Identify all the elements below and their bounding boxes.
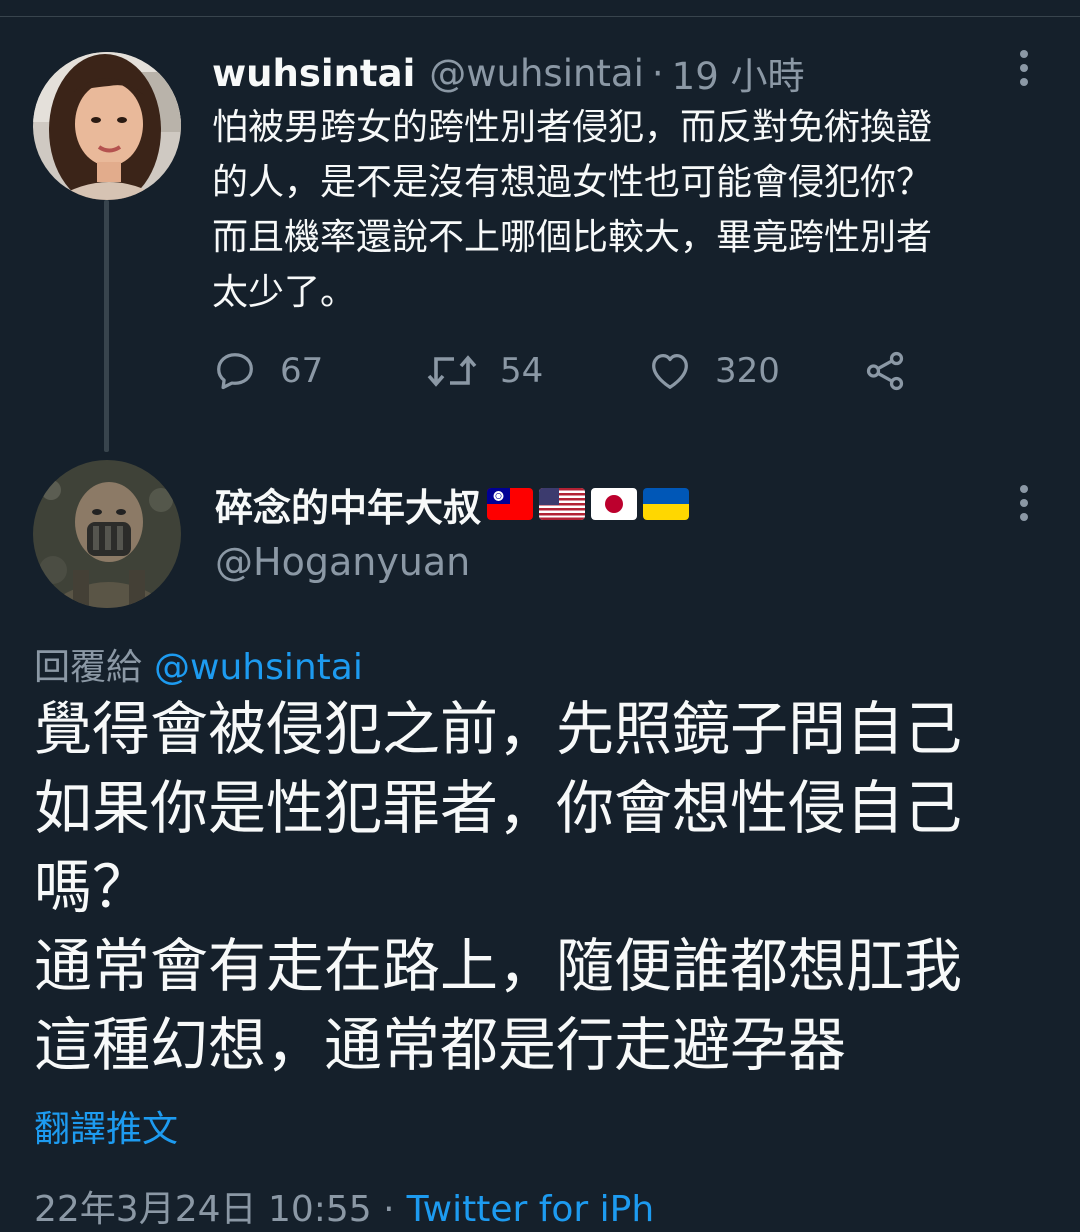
retweet-count: 54 xyxy=(500,351,544,391)
tweet2-text: 覺得會被侵犯之前，先照鏡子問自己 如果你是性犯罪者，你會想性侵自己 嗎？ 通常會… xyxy=(34,690,1054,1085)
tweet1-line: 而且機率還說不上哪個比較大，畢竟跨性別者 xyxy=(212,217,933,258)
usa-flag-icon xyxy=(539,488,586,520)
tweet2-display-name[interactable]: 碎念的中年大叔 xyxy=(215,477,481,532)
tweet1-separator: · xyxy=(651,51,664,95)
replying-to: 回覆給 @wuhsintai xyxy=(34,638,363,690)
taiwan-flag-icon xyxy=(487,488,534,520)
tweet1-timestamp[interactable]: 19 小時 xyxy=(672,46,805,100)
retweet-icon xyxy=(427,355,477,387)
tweet1-handle[interactable]: @wuhsintai xyxy=(429,52,644,95)
tweet1-display-name[interactable]: wuhsintai xyxy=(212,52,415,95)
tweet2-datetime[interactable]: 22年3月24日 10:55 · xyxy=(34,1189,395,1230)
tweet2-line: 如果你是性犯罪者，你會想性侵自己 xyxy=(34,774,963,842)
translate-tweet-link[interactable]: 翻譯推文 xyxy=(34,1100,178,1152)
tweet2-metadata: 22年3月24日 10:55 · Twitter for iPh xyxy=(34,1180,654,1232)
avatar-wuhsintai[interactable] xyxy=(33,52,181,200)
tweet2-line: 通常會有走在路上，隨便誰都想肛我 xyxy=(34,932,963,1000)
tweet2-handle[interactable]: @Hoganyuan xyxy=(215,540,470,584)
retweet-button[interactable]: 54 xyxy=(426,345,543,397)
tweet2-line: 嗎？ xyxy=(34,853,151,921)
tweet1-line: 怕被男跨女的跨性別者侵犯，而反對免術換證 xyxy=(212,107,933,148)
tweet2-more-icon[interactable] xyxy=(1004,483,1044,523)
ukraine-flag-icon xyxy=(643,488,690,520)
tweet1-line: 的人，是不是沒有想過女性也可能會侵犯你？ xyxy=(212,162,933,203)
top-divider xyxy=(0,16,1080,17)
like-count: 320 xyxy=(715,351,780,391)
reply-icon xyxy=(217,353,253,390)
like-button[interactable]: 320 xyxy=(647,345,780,397)
tweet1-more-icon[interactable] xyxy=(1004,48,1044,88)
tweet2-source-link[interactable]: Twitter for iPh xyxy=(407,1189,655,1230)
japan-flag-icon xyxy=(591,488,638,520)
share-icon xyxy=(866,351,904,391)
share-button[interactable] xyxy=(862,345,908,397)
tweet1-line: 太少了。 xyxy=(212,272,357,313)
replying-to-label: 回覆給 xyxy=(34,647,143,688)
tweet1-header: wuhsintai @wuhsintai · 19 小時 xyxy=(212,50,805,99)
reply-count: 67 xyxy=(280,351,324,391)
tweet2-display-name-row[interactable]: 碎念的中年大叔 xyxy=(215,477,690,532)
avatar-hoganyuan[interactable] xyxy=(33,460,181,608)
tweet1-text: 怕被男跨女的跨性別者侵犯，而反對免術換證 的人，是不是沒有想過女性也可能會侵犯你… xyxy=(212,100,1052,320)
tweet1-action-bar: 67 54 320 xyxy=(212,345,932,397)
reply-button[interactable]: 67 xyxy=(212,345,323,397)
heart-icon xyxy=(652,354,688,389)
thread-connector-line xyxy=(104,200,109,452)
tweet2-line: 覺得會被侵犯之前，先照鏡子問自己 xyxy=(34,695,963,763)
tweet2-line: 這種幻想，通常都是行走避孕器 xyxy=(34,1011,847,1079)
replying-to-mention[interactable]: @wuhsintai xyxy=(154,647,363,688)
